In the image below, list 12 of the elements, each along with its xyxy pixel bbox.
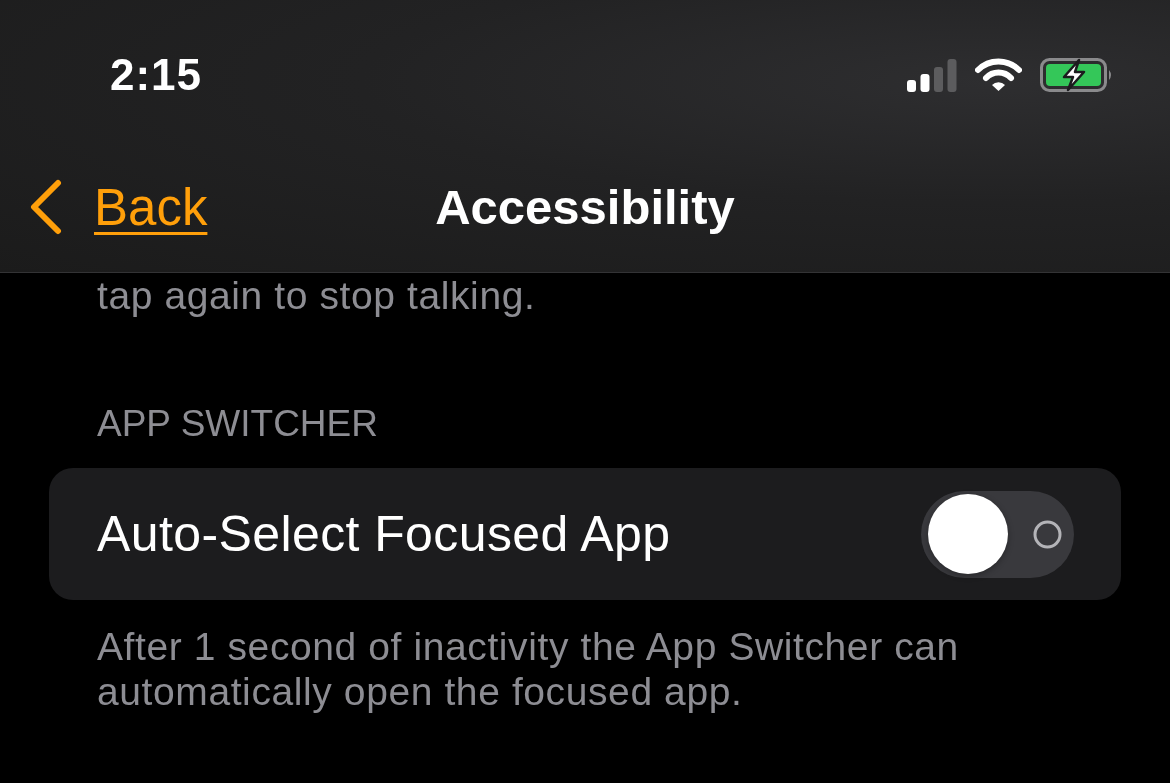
status-time: 2:15 [110,50,203,100]
chevron-left-icon [28,179,62,235]
battery-charging-icon [1040,58,1114,92]
section-footer-text: After 1 second of inactivity the App Switcher can automatically open the focused app. [96,624,960,714]
wifi-icon [975,58,1022,92]
setting-label: Auto-Select Focused App [97,505,671,563]
back-link[interactable]: Back [28,177,208,237]
section-footer-text: tap again to stop talking. [96,273,537,318]
section-header: APP SWITCHER [96,402,379,446]
page-title: Accessibility [435,179,735,235]
ring-icon [1033,519,1062,549]
signal-icon [907,58,957,92]
